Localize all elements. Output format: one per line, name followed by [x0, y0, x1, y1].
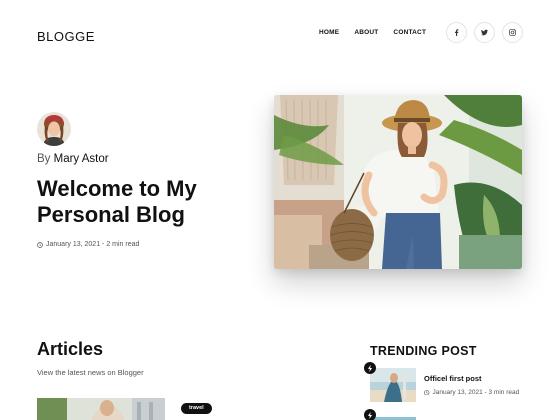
nav-home[interactable]: HOME — [319, 29, 339, 37]
facebook-button[interactable] — [446, 22, 467, 43]
lightning-icon — [367, 364, 373, 372]
clock-icon — [37, 241, 43, 248]
author-photo — [37, 112, 71, 146]
nav-about[interactable]: ABOUT — [354, 29, 378, 37]
twitter-icon — [481, 29, 488, 36]
page: BLOGGE HOME ABOUT CONTACT By Mary Astor — [0, 0, 560, 420]
article-thumbnail[interactable] — [37, 398, 165, 420]
hero-photo — [274, 95, 522, 269]
trending-badge — [364, 362, 376, 374]
clock-icon — [424, 389, 430, 396]
main-nav: HOME ABOUT CONTACT — [319, 29, 426, 37]
articles-subtitle: View the latest news on Blogger — [37, 368, 144, 377]
author-avatar[interactable] — [37, 112, 71, 146]
instagram-button[interactable] — [502, 22, 523, 43]
trending-heading: TRENDING POST — [370, 344, 477, 358]
article-photo — [37, 398, 165, 420]
hero-title: Welcome to My Personal Blog — [37, 176, 197, 227]
trending-post-meta: January 13, 2021 - 3 min read — [424, 389, 519, 396]
twitter-button[interactable] — [474, 22, 495, 43]
articles-heading: Articles — [37, 339, 104, 359]
hero-meta-text: January 13, 2021 - 2 min read — [46, 241, 140, 248]
trending-thumbnail[interactable] — [370, 368, 416, 402]
lightning-icon — [367, 411, 373, 419]
nav-contact[interactable]: CONTACT — [393, 29, 426, 37]
trending-post-meta-text: January 13, 2021 - 3 min read — [432, 389, 520, 396]
facebook-icon — [455, 29, 459, 36]
trending-photo — [370, 368, 416, 402]
author-name[interactable]: Mary Astor — [54, 153, 109, 165]
site-logo[interactable]: BLOGGE — [37, 29, 95, 44]
trending-post-title[interactable]: Officel first post — [424, 374, 482, 383]
article-tag[interactable]: travel — [181, 403, 212, 414]
trending-thumbnail-second[interactable] — [370, 414, 416, 420]
hero-meta: January 13, 2021 - 2 min read — [37, 241, 139, 248]
instagram-icon — [509, 29, 516, 36]
byline: By Mary Astor — [37, 153, 109, 165]
trending-badge-second — [364, 409, 376, 420]
hero-image[interactable] — [274, 95, 522, 269]
social-links — [446, 22, 523, 43]
byline-prefix: By — [37, 153, 51, 165]
